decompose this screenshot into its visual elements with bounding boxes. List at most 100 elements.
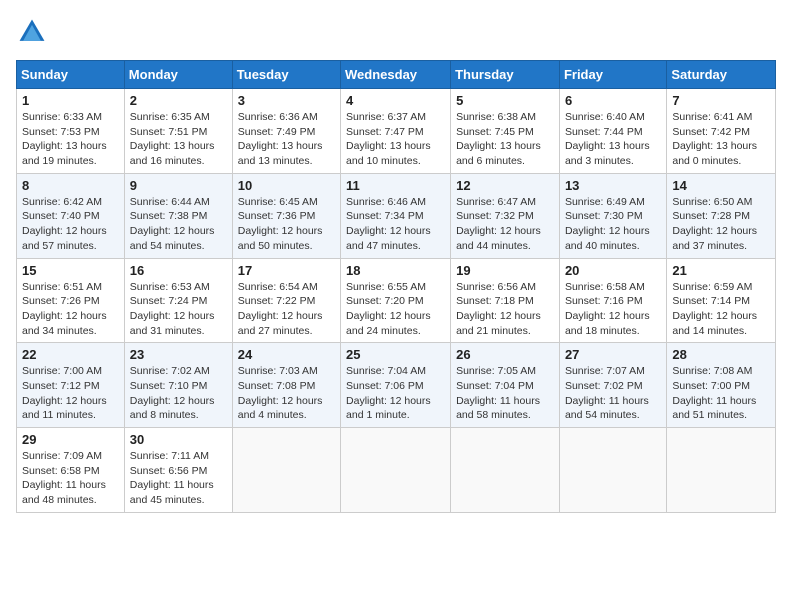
calendar-cell: 2 Sunrise: 6:35 AMSunset: 7:51 PMDaylight… (124, 89, 232, 174)
day-number: 28 (672, 347, 770, 362)
day-info: Sunrise: 7:05 AMSunset: 7:04 PMDaylight:… (456, 364, 554, 423)
day-info: Sunrise: 6:51 AMSunset: 7:26 PMDaylight:… (22, 280, 119, 339)
calendar-cell (559, 428, 666, 513)
calendar-cell: 18 Sunrise: 6:55 AMSunset: 7:20 PMDayligh… (341, 258, 451, 343)
calendar-cell: 7 Sunrise: 6:41 AMSunset: 7:42 PMDaylight… (667, 89, 776, 174)
day-info: Sunrise: 6:40 AMSunset: 7:44 PMDaylight:… (565, 110, 661, 169)
day-info: Sunrise: 7:02 AMSunset: 7:10 PMDaylight:… (130, 364, 227, 423)
col-header-thursday: Thursday (451, 61, 560, 89)
logo-icon (16, 16, 48, 48)
calendar-cell: 3 Sunrise: 6:36 AMSunset: 7:49 PMDaylight… (232, 89, 340, 174)
day-info: Sunrise: 6:42 AMSunset: 7:40 PMDaylight:… (22, 195, 119, 254)
calendar-cell: 10 Sunrise: 6:45 AMSunset: 7:36 PMDayligh… (232, 173, 340, 258)
day-number: 14 (672, 178, 770, 193)
calendar-cell: 27Sunrise: 7:07 AMSunset: 7:02 PMDayligh… (559, 343, 666, 428)
calendar-cell: 15 Sunrise: 6:51 AMSunset: 7:26 PMDayligh… (17, 258, 125, 343)
day-number: 11 (346, 178, 445, 193)
day-info: Sunrise: 6:58 AMSunset: 7:16 PMDaylight:… (565, 280, 661, 339)
day-number: 2 (130, 93, 227, 108)
day-number: 18 (346, 263, 445, 278)
day-info: Sunrise: 7:03 AMSunset: 7:08 PMDaylight:… (238, 364, 335, 423)
calendar-cell: 9Sunrise: 6:44 AMSunset: 7:38 PMDaylight… (124, 173, 232, 258)
calendar-table: SundayMondayTuesdayWednesdayThursdayFrid… (16, 60, 776, 513)
day-number: 17 (238, 263, 335, 278)
logo (16, 16, 52, 48)
day-info: Sunrise: 7:07 AMSunset: 7:02 PMDaylight:… (565, 364, 661, 423)
day-info: Sunrise: 6:46 AMSunset: 7:34 PMDaylight:… (346, 195, 445, 254)
calendar-cell: 6 Sunrise: 6:40 AMSunset: 7:44 PMDaylight… (559, 89, 666, 174)
day-info: Sunrise: 7:09 AMSunset: 6:58 PMDaylight:… (22, 449, 119, 508)
col-header-friday: Friday (559, 61, 666, 89)
calendar-cell: 17Sunrise: 6:54 AMSunset: 7:22 PMDayligh… (232, 258, 340, 343)
day-number: 12 (456, 178, 554, 193)
day-info: Sunrise: 6:56 AMSunset: 7:18 PMDaylight:… (456, 280, 554, 339)
day-info: Sunrise: 7:11 AMSunset: 6:56 PMDaylight:… (130, 449, 227, 508)
day-info: Sunrise: 6:49 AMSunset: 7:30 PMDaylight:… (565, 195, 661, 254)
day-info: Sunrise: 6:38 AMSunset: 7:45 PMDaylight:… (456, 110, 554, 169)
day-number: 5 (456, 93, 554, 108)
page-header (16, 16, 776, 48)
calendar-cell: 19 Sunrise: 6:56 AMSunset: 7:18 PMDayligh… (451, 258, 560, 343)
day-info: Sunrise: 6:37 AMSunset: 7:47 PMDaylight:… (346, 110, 445, 169)
calendar-cell: 4Sunrise: 6:37 AMSunset: 7:47 PMDaylight… (341, 89, 451, 174)
calendar-cell: 8Sunrise: 6:42 AMSunset: 7:40 PMDaylight… (17, 173, 125, 258)
day-info: Sunrise: 7:08 AMSunset: 7:00 PMDaylight:… (672, 364, 770, 423)
day-number: 7 (672, 93, 770, 108)
day-number: 3 (238, 93, 335, 108)
day-info: Sunrise: 6:33 AMSunset: 7:53 PMDaylight:… (22, 110, 119, 169)
week-row-1: 1 Sunrise: 6:33 AMSunset: 7:53 PMDaylight… (17, 89, 776, 174)
day-info: Sunrise: 6:59 AMSunset: 7:14 PMDaylight:… (672, 280, 770, 339)
day-number: 22 (22, 347, 119, 362)
day-number: 19 (456, 263, 554, 278)
calendar-cell (667, 428, 776, 513)
col-header-wednesday: Wednesday (341, 61, 451, 89)
day-info: Sunrise: 6:47 AMSunset: 7:32 PMDaylight:… (456, 195, 554, 254)
calendar-cell (232, 428, 340, 513)
day-info: Sunrise: 6:53 AMSunset: 7:24 PMDaylight:… (130, 280, 227, 339)
day-number: 29 (22, 432, 119, 447)
day-info: Sunrise: 6:35 AMSunset: 7:51 PMDaylight:… (130, 110, 227, 169)
day-number: 21 (672, 263, 770, 278)
calendar-cell: 20 Sunrise: 6:58 AMSunset: 7:16 PMDayligh… (559, 258, 666, 343)
calendar-cell: 26 Sunrise: 7:05 AMSunset: 7:04 PMDayligh… (451, 343, 560, 428)
week-row-4: 22 Sunrise: 7:00 AMSunset: 7:12 PMDayligh… (17, 343, 776, 428)
calendar-cell: 23Sunrise: 7:02 AMSunset: 7:10 PMDayligh… (124, 343, 232, 428)
day-info: Sunrise: 7:04 AMSunset: 7:06 PMDaylight:… (346, 364, 445, 423)
day-number: 13 (565, 178, 661, 193)
calendar-cell: 30 Sunrise: 7:11 AMSunset: 6:56 PMDayligh… (124, 428, 232, 513)
col-header-sunday: Sunday (17, 61, 125, 89)
calendar-cell: 24Sunrise: 7:03 AMSunset: 7:08 PMDayligh… (232, 343, 340, 428)
calendar-cell (451, 428, 560, 513)
calendar-cell: 28 Sunrise: 7:08 AMSunset: 7:00 PMDayligh… (667, 343, 776, 428)
calendar-cell: 5 Sunrise: 6:38 AMSunset: 7:45 PMDaylight… (451, 89, 560, 174)
calendar-cell: 14 Sunrise: 6:50 AMSunset: 7:28 PMDayligh… (667, 173, 776, 258)
calendar-cell: 29 Sunrise: 7:09 AMSunset: 6:58 PMDayligh… (17, 428, 125, 513)
day-number: 9 (130, 178, 227, 193)
col-header-monday: Monday (124, 61, 232, 89)
day-number: 6 (565, 93, 661, 108)
day-info: Sunrise: 6:41 AMSunset: 7:42 PMDaylight:… (672, 110, 770, 169)
col-header-tuesday: Tuesday (232, 61, 340, 89)
calendar-cell: 12 Sunrise: 6:47 AMSunset: 7:32 PMDayligh… (451, 173, 560, 258)
day-info: Sunrise: 7:00 AMSunset: 7:12 PMDaylight:… (22, 364, 119, 423)
calendar-body: 1 Sunrise: 6:33 AMSunset: 7:53 PMDaylight… (17, 89, 776, 513)
day-info: Sunrise: 6:36 AMSunset: 7:49 PMDaylight:… (238, 110, 335, 169)
col-header-saturday: Saturday (667, 61, 776, 89)
day-info: Sunrise: 6:50 AMSunset: 7:28 PMDaylight:… (672, 195, 770, 254)
calendar-cell: 21 Sunrise: 6:59 AMSunset: 7:14 PMDayligh… (667, 258, 776, 343)
day-number: 20 (565, 263, 661, 278)
calendar-cell: 1 Sunrise: 6:33 AMSunset: 7:53 PMDaylight… (17, 89, 125, 174)
week-row-5: 29 Sunrise: 7:09 AMSunset: 6:58 PMDayligh… (17, 428, 776, 513)
calendar-cell: 11 Sunrise: 6:46 AMSunset: 7:34 PMDayligh… (341, 173, 451, 258)
day-info: Sunrise: 6:55 AMSunset: 7:20 PMDaylight:… (346, 280, 445, 339)
week-row-2: 8Sunrise: 6:42 AMSunset: 7:40 PMDaylight… (17, 173, 776, 258)
calendar-cell: 16Sunrise: 6:53 AMSunset: 7:24 PMDayligh… (124, 258, 232, 343)
day-number: 30 (130, 432, 227, 447)
day-number: 15 (22, 263, 119, 278)
calendar-cell (341, 428, 451, 513)
day-number: 10 (238, 178, 335, 193)
day-number: 1 (22, 93, 119, 108)
calendar-header-row: SundayMondayTuesdayWednesdayThursdayFrid… (17, 61, 776, 89)
day-number: 26 (456, 347, 554, 362)
day-info: Sunrise: 6:45 AMSunset: 7:36 PMDaylight:… (238, 195, 335, 254)
